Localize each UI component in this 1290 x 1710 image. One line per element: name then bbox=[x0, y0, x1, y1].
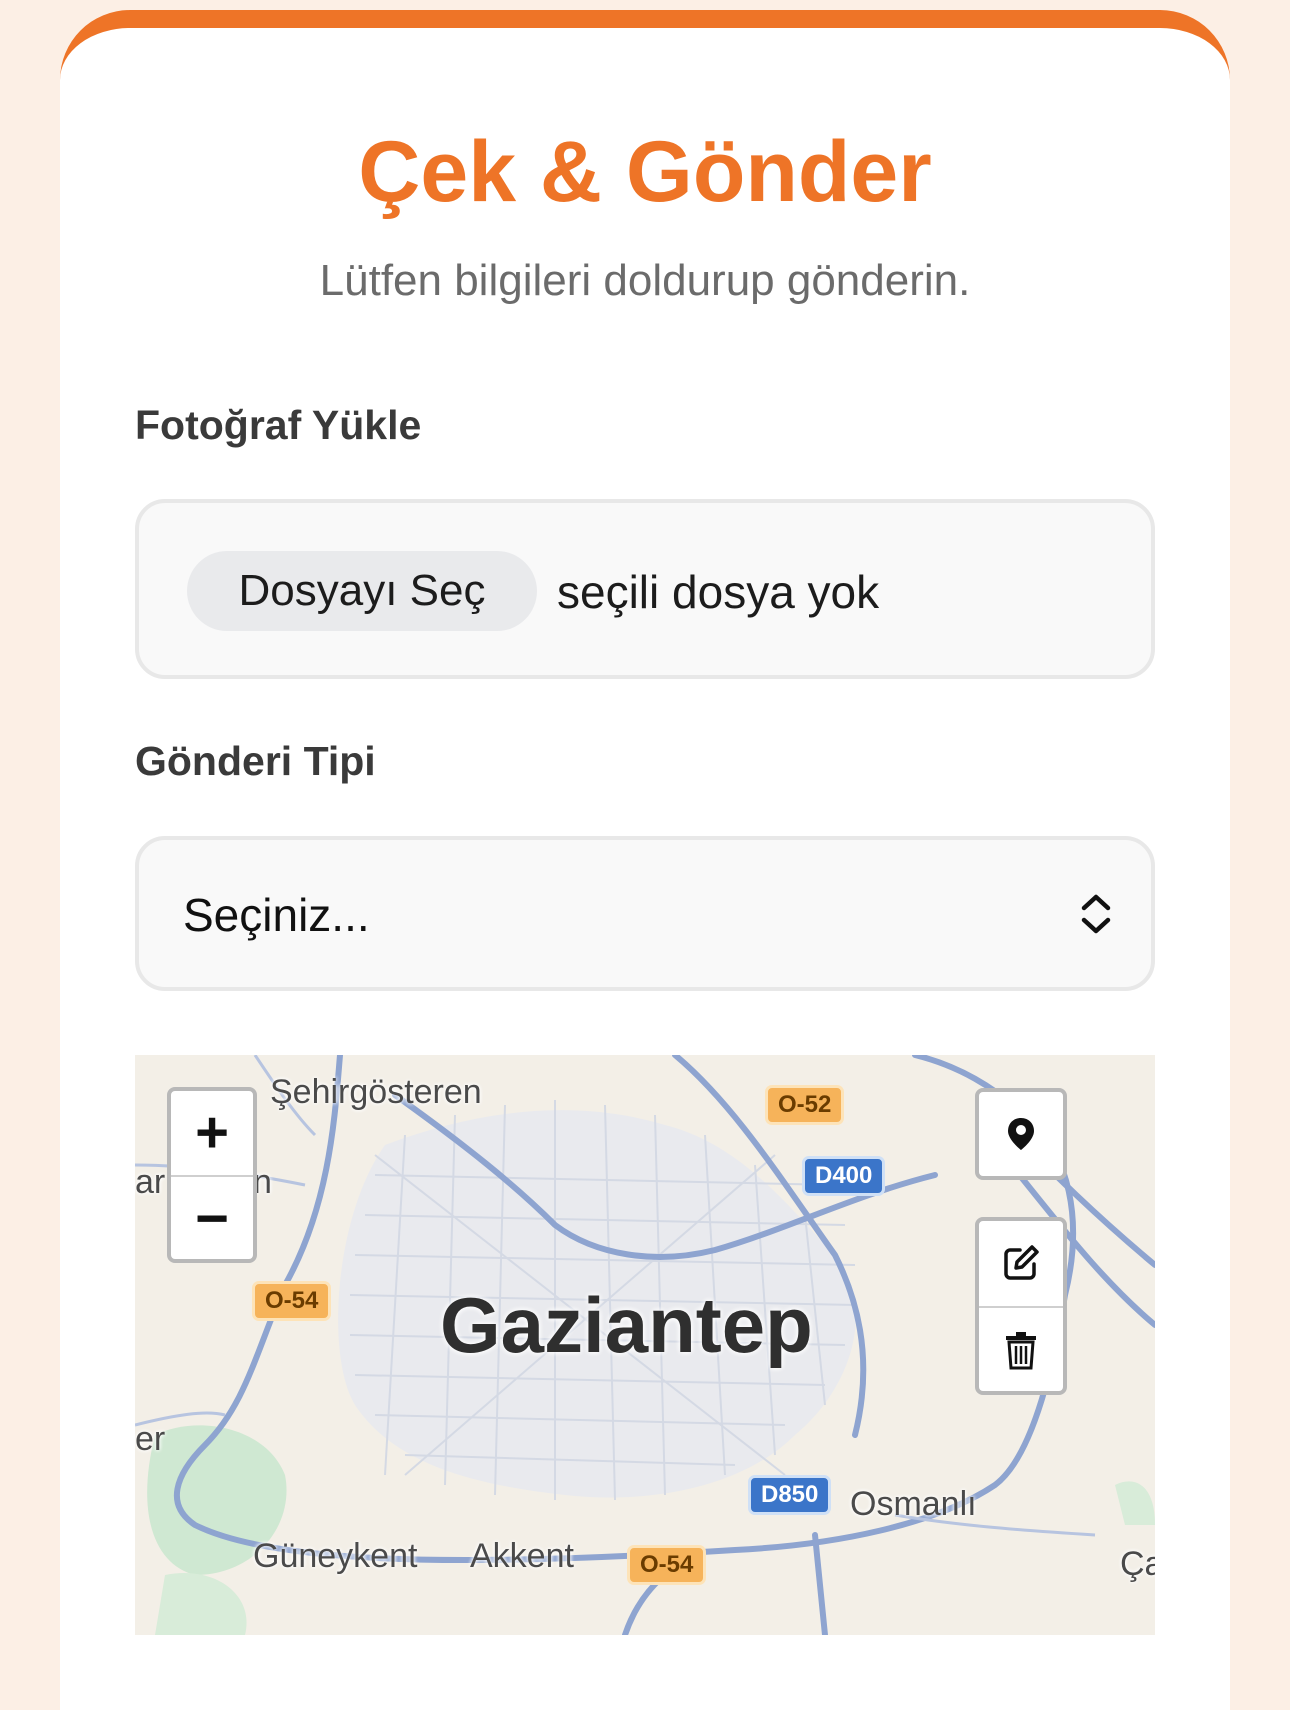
map-marker-icon bbox=[1008, 1118, 1034, 1150]
zoom-in-button[interactable]: + bbox=[171, 1091, 253, 1175]
page-title: Çek & Gönder bbox=[358, 124, 932, 220]
road-shield: O-54 bbox=[252, 1281, 332, 1321]
road-shield: D850 bbox=[748, 1475, 832, 1515]
map-place-label: Güneykent bbox=[253, 1537, 418, 1575]
map-city-label: Gaziantep bbox=[440, 1281, 813, 1369]
road-shield: O-54 bbox=[627, 1545, 707, 1585]
map-place-label: er bbox=[135, 1420, 166, 1458]
post-type-selected-value: Seçiniz... bbox=[183, 889, 370, 941]
road-shield: D400 bbox=[802, 1156, 886, 1196]
map-place-label: ar bbox=[135, 1163, 166, 1201]
photo-upload-label: Fotoğraf Yükle bbox=[135, 402, 422, 448]
form-card: Çek & Gönder Lütfen bilgileri doldurup g… bbox=[60, 10, 1230, 1710]
page-subtitle: Lütfen bilgileri doldurup gönderin. bbox=[319, 256, 971, 305]
draw-marker-control bbox=[975, 1088, 1067, 1180]
location-map[interactable]: Şehirgösteren ar n er Güneykent Akkent O… bbox=[135, 1055, 1155, 1635]
zoom-out-button[interactable]: − bbox=[171, 1177, 253, 1261]
edit-layers-button[interactable] bbox=[979, 1221, 1063, 1305]
zoom-control: + − bbox=[167, 1087, 257, 1263]
edit-tools-control bbox=[975, 1217, 1067, 1395]
trash-icon bbox=[1006, 1332, 1036, 1370]
file-status-text: seçili dosya yok bbox=[557, 566, 880, 618]
draw-marker-button[interactable] bbox=[979, 1092, 1063, 1176]
road-shield: O-52 bbox=[765, 1085, 845, 1125]
delete-layers-button[interactable] bbox=[979, 1308, 1063, 1392]
post-type-select[interactable]: Seçiniz... bbox=[135, 836, 1155, 991]
map-place-label: Ça bbox=[1120, 1545, 1155, 1583]
chevron-up-down-icon bbox=[1079, 892, 1113, 936]
edit-icon bbox=[1004, 1245, 1039, 1280]
choose-file-button[interactable]: Dosyayı Seç bbox=[187, 551, 537, 631]
photo-upload-field[interactable]: Dosyayı Seç seçili dosya yok bbox=[135, 499, 1155, 679]
map-place-label: Akkent bbox=[470, 1537, 574, 1575]
map-place-label: Şehirgösteren bbox=[270, 1073, 482, 1111]
post-type-label: Gönderi Tipi bbox=[135, 738, 376, 784]
map-place-label: Osmanlı bbox=[850, 1485, 977, 1523]
